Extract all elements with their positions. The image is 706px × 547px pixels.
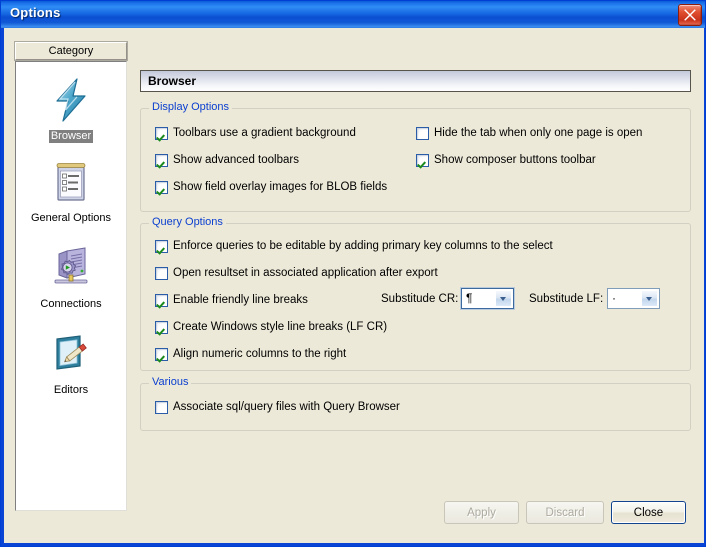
group-display-options: Display Options Toolbars use a gradient … bbox=[140, 108, 691, 212]
checkbox-box[interactable] bbox=[155, 127, 168, 140]
category-panel: Category Browser bbox=[15, 42, 127, 512]
chevron-down-icon[interactable] bbox=[495, 290, 512, 307]
checkbox-box[interactable] bbox=[155, 294, 168, 307]
substitute-lf-value: · bbox=[612, 291, 616, 306]
window-titlebar: Options bbox=[1, 1, 706, 28]
checkbox-box[interactable] bbox=[155, 348, 168, 361]
checkbox-label: Open resultset in associated application… bbox=[173, 266, 438, 280]
substitute-lf-label: Substitude LF: bbox=[529, 293, 603, 305]
checkbox-enforce-editable-queries[interactable]: Enforce queries to be editable by adding… bbox=[155, 239, 553, 253]
substitute-cr-label: Substitude CR: bbox=[381, 293, 458, 305]
apply-button[interactable]: Apply bbox=[444, 501, 519, 524]
checkbox-label: Enable friendly line breaks bbox=[173, 293, 308, 307]
checkbox-box[interactable] bbox=[155, 401, 168, 414]
checkbox-label: Show composer buttons toolbar bbox=[434, 153, 596, 167]
sidebar-item-label: Editors bbox=[52, 384, 90, 397]
window-title: Options bbox=[10, 5, 61, 20]
checkbox-label: Hide the tab when only one page is open bbox=[434, 126, 642, 140]
group-various: Various Associate sql/query files with Q… bbox=[140, 383, 691, 431]
checkbox-label: Show advanced toolbars bbox=[173, 153, 299, 167]
sidebar-item-label: General Options bbox=[29, 212, 113, 225]
category-list: Browser bbox=[15, 61, 127, 511]
close-button[interactable]: Close bbox=[611, 501, 686, 524]
checkbox-box[interactable] bbox=[155, 154, 168, 167]
options-dialog-window: Options Category bbox=[0, 0, 706, 547]
sidebar-item-label: Connections bbox=[38, 298, 103, 311]
checkbox-box[interactable] bbox=[155, 181, 168, 194]
checkbox-associate-sql-query-files[interactable]: Associate sql/query files with Query Bro… bbox=[155, 400, 400, 414]
close-icon[interactable] bbox=[678, 4, 702, 26]
sidebar-item-editors[interactable]: Editors bbox=[16, 330, 126, 398]
lightning-bolt-icon bbox=[47, 76, 95, 124]
pane-header: Browser bbox=[140, 70, 691, 92]
checkbox-hide-tab-single-page[interactable]: Hide the tab when only one page is open bbox=[416, 126, 642, 140]
checkbox-enable-friendly-line-breaks[interactable]: Enable friendly line breaks bbox=[155, 293, 308, 307]
checkbox-box[interactable] bbox=[155, 240, 168, 253]
checkbox-label: Align numeric columns to the right bbox=[173, 347, 346, 361]
checkbox-box[interactable] bbox=[155, 267, 168, 280]
checkbox-create-windows-style-line-breaks[interactable]: Create Windows style line breaks (LF CR) bbox=[155, 320, 387, 334]
group-title: Display Options bbox=[149, 101, 232, 113]
chevron-down-icon[interactable] bbox=[641, 290, 658, 307]
checkbox-show-field-overlay-images[interactable]: Show field overlay images for BLOB field… bbox=[155, 180, 387, 194]
checkbox-label: Create Windows style line breaks (LF CR) bbox=[173, 320, 387, 334]
checkbox-box[interactable] bbox=[155, 321, 168, 334]
sidebar-item-general-options[interactable]: General Options bbox=[16, 158, 126, 226]
checkbox-label: Toolbars use a gradient background bbox=[173, 126, 356, 140]
category-header: Category bbox=[15, 42, 127, 60]
group-title: Query Options bbox=[149, 216, 226, 228]
discard-button[interactable]: Discard bbox=[526, 501, 604, 524]
checkbox-box[interactable] bbox=[416, 127, 429, 140]
substitute-cr-value: ¶ bbox=[466, 291, 472, 306]
checkbox-open-resultset-after-export[interactable]: Open resultset in associated application… bbox=[155, 266, 438, 280]
checkbox-box[interactable] bbox=[416, 154, 429, 167]
substitute-cr-select[interactable]: ¶ bbox=[461, 288, 514, 309]
group-title: Various bbox=[149, 376, 191, 388]
checkbox-label: Enforce queries to be editable by adding… bbox=[173, 239, 553, 253]
checkbox-align-numeric-columns-right[interactable]: Align numeric columns to the right bbox=[155, 347, 346, 361]
checkbox-label: Show field overlay images for BLOB field… bbox=[173, 180, 387, 194]
sidebar-item-label: Browser bbox=[49, 130, 93, 143]
checkbox-show-composer-buttons-toolbar[interactable]: Show composer buttons toolbar bbox=[416, 153, 596, 167]
server-gear-icon bbox=[47, 244, 95, 292]
substitute-lf-select[interactable]: · bbox=[607, 288, 660, 309]
notepad-icon bbox=[47, 158, 95, 206]
window-pencil-icon bbox=[47, 330, 95, 378]
checkbox-show-advanced-toolbars[interactable]: Show advanced toolbars bbox=[155, 153, 299, 167]
page-title: Browser bbox=[148, 74, 196, 88]
sidebar-item-browser[interactable]: Browser bbox=[16, 76, 126, 144]
close-x-glyph bbox=[682, 7, 698, 23]
dialog-body: Category Browser bbox=[4, 28, 704, 543]
group-query-options: Query Options Enforce queries to be edit… bbox=[140, 223, 691, 371]
checkbox-label: Associate sql/query files with Query Bro… bbox=[173, 400, 400, 414]
checkbox-toolbars-gradient-background[interactable]: Toolbars use a gradient background bbox=[155, 126, 356, 140]
sidebar-item-connections[interactable]: Connections bbox=[16, 244, 126, 312]
